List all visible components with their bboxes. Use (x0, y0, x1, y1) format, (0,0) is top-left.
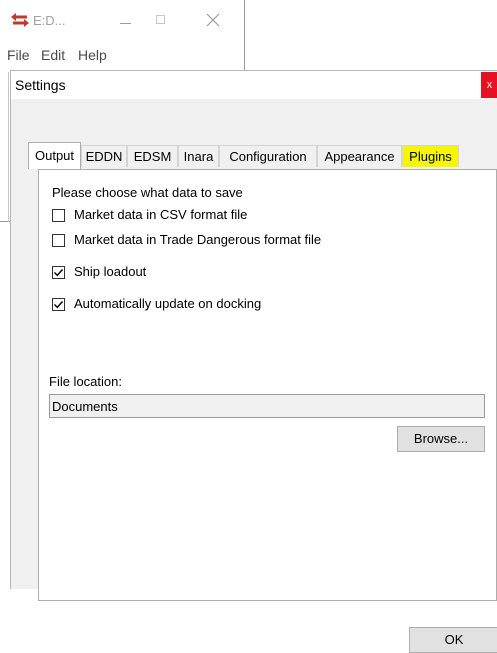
settings-dialog: Settings x Output EDDN EDSM Inara Config… (10, 70, 497, 653)
menu-file[interactable]: File (7, 47, 30, 63)
maximize-icon[interactable] (151, 10, 171, 30)
file-location-field[interactable] (49, 394, 485, 418)
tab-inara[interactable]: Inara (178, 145, 219, 167)
ship-loadout-checkbox[interactable] (52, 266, 65, 279)
tab-output[interactable]: Output (28, 142, 81, 169)
tab-output-label: Output (34, 148, 75, 163)
close-icon: x (486, 79, 493, 91)
settings-close-button[interactable]: x (481, 72, 497, 98)
menu-edit[interactable]: Edit (41, 47, 65, 63)
main-window-title: E:D... (33, 13, 66, 28)
csv-checkbox[interactable] (52, 209, 65, 222)
checkmark-icon (54, 269, 64, 277)
settings-title: Settings (15, 77, 66, 93)
app-arrows-icon (10, 13, 30, 27)
tab-appearance[interactable]: Appearance (317, 145, 402, 167)
settings-titlebar[interactable]: Settings (11, 71, 497, 99)
tab-plugins[interactable]: Plugins (402, 145, 459, 167)
checkmark-icon (54, 301, 64, 309)
output-tab-panel: Please choose what data to save Market d… (38, 169, 497, 601)
csv-option-label[interactable]: Market data in CSV format file (74, 207, 247, 222)
minimize-icon[interactable] (116, 10, 136, 30)
menu-help[interactable]: Help (78, 47, 107, 63)
tab-inara-label: Inara (183, 149, 214, 164)
tab-configuration[interactable]: Configuration (219, 145, 317, 167)
tab-appearance-label: Appearance (324, 149, 395, 164)
trade-dangerous-option-label[interactable]: Market data in Trade Dangerous format fi… (74, 232, 321, 247)
tab-eddn[interactable]: EDDN (81, 145, 127, 167)
ship-loadout-option-label[interactable]: Ship loadout (74, 264, 146, 279)
tab-edsm[interactable]: EDSM (127, 145, 178, 167)
file-location-label: File location: (49, 374, 122, 389)
save-prompt-label: Please choose what data to save (52, 185, 243, 200)
trade-dangerous-checkbox[interactable] (52, 234, 65, 247)
ok-button[interactable]: OK (409, 627, 497, 653)
tab-edsm-label: EDSM (133, 149, 172, 164)
main-titlebar[interactable]: E:D... (0, 0, 244, 40)
close-icon[interactable] (203, 10, 223, 30)
tab-configuration-label: Configuration (229, 149, 307, 164)
main-window-frame-edge (8, 72, 9, 222)
auto-update-checkbox[interactable] (52, 298, 65, 311)
tab-plugins-label: Plugins (409, 149, 452, 164)
tab-eddn-label: EDDN (85, 149, 123, 164)
auto-update-option-label[interactable]: Automatically update on docking (74, 296, 261, 311)
browse-button[interactable]: Browse... (397, 426, 485, 452)
